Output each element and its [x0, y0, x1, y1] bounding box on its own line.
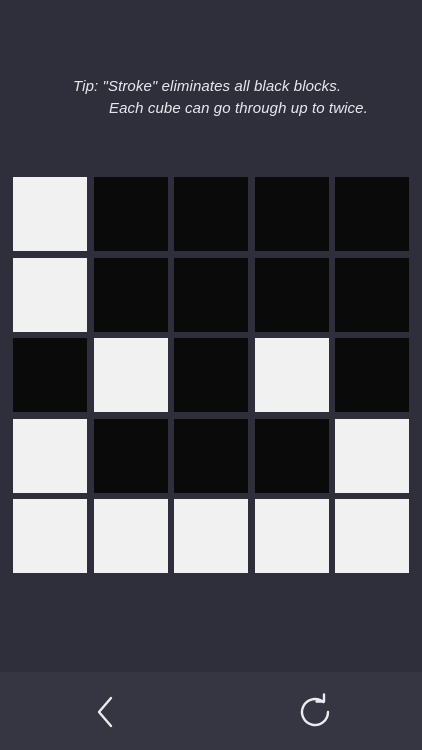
game-screen: Tip: "Stroke" eliminates all black block…	[0, 0, 422, 750]
board-tile-white[interactable]	[13, 257, 87, 332]
chevron-left-icon	[97, 696, 113, 728]
board-tile-white[interactable]	[335, 499, 409, 573]
board-tile-white[interactable]	[13, 418, 87, 493]
board-tile-black[interactable]	[254, 177, 329, 251]
board-tile-black[interactable]	[93, 177, 168, 251]
board-tile-black[interactable]	[254, 418, 329, 493]
tip-line-1: Tip: "Stroke" eliminates all black block…	[73, 78, 342, 95]
board-tile-white[interactable]	[254, 499, 329, 573]
board-tile-white[interactable]	[93, 338, 168, 412]
board-tile-white[interactable]	[13, 177, 87, 251]
reload-icon	[300, 693, 330, 727]
board-tile-black[interactable]	[174, 338, 248, 412]
board-tile-white[interactable]	[13, 499, 87, 573]
board-tile-black[interactable]	[335, 177, 409, 251]
board-tile-black[interactable]	[174, 177, 248, 251]
board-tile-black[interactable]	[335, 338, 409, 412]
board-tile-white[interactable]	[174, 499, 248, 573]
tip-text: Tip: "Stroke" eliminates all black block…	[0, 76, 422, 120]
board-tile-black[interactable]	[254, 257, 329, 332]
board-tile-black[interactable]	[335, 257, 409, 332]
board-tile-white[interactable]	[335, 418, 409, 493]
board-tile-white[interactable]	[93, 499, 168, 573]
board-tile-black[interactable]	[13, 338, 87, 412]
board-tile-white[interactable]	[254, 338, 329, 412]
bottom-bar	[0, 672, 422, 750]
game-board	[13, 177, 409, 573]
restart-button[interactable]	[295, 692, 335, 732]
back-button[interactable]	[85, 692, 125, 732]
board-tile-black[interactable]	[93, 257, 168, 332]
board-tile-black[interactable]	[174, 257, 248, 332]
board-tile-black[interactable]	[174, 418, 248, 493]
board-tile-black[interactable]	[93, 418, 168, 493]
tip-line-2: Each cube can go through up to twice.	[109, 100, 368, 117]
